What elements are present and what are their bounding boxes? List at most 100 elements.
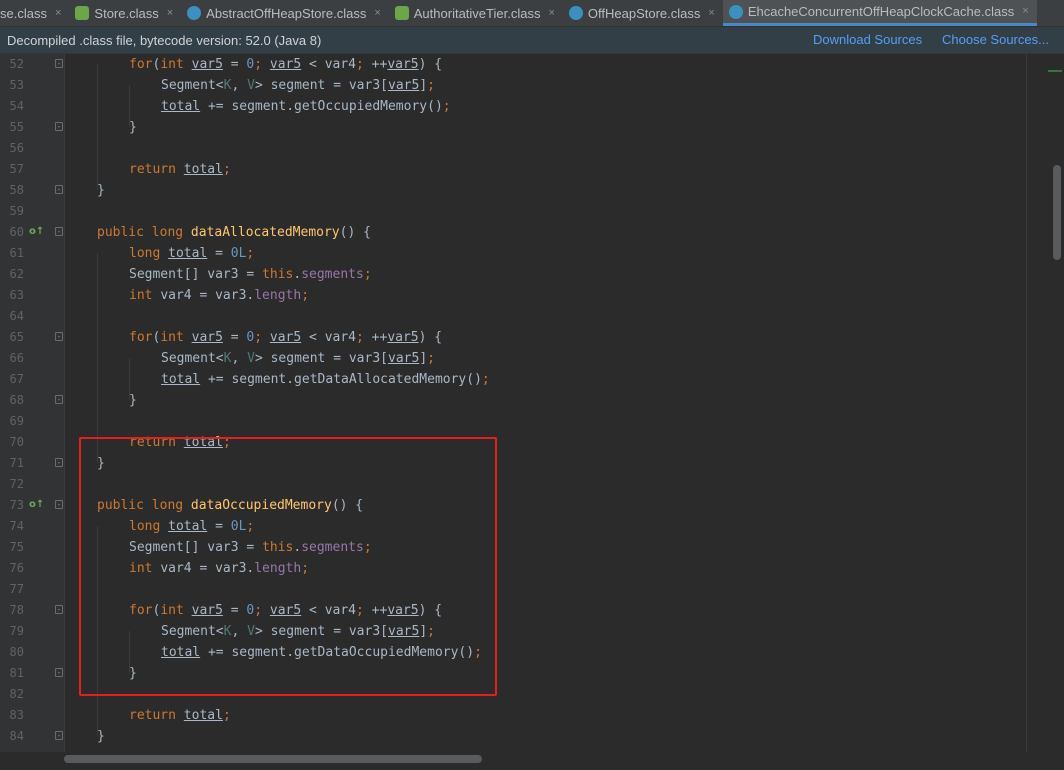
implements-method-gutter-icon[interactable]: o↑ bbox=[29, 226, 44, 238]
code-line[interactable]: 67 total += segment.getDataAllocatedMemor… bbox=[0, 369, 1040, 390]
code-token: ; bbox=[222, 162, 231, 177]
fold-toggle-icon[interactable]: - bbox=[55, 59, 63, 68]
vertical-scrollbar-thumb[interactable] bbox=[1053, 165, 1061, 260]
line-number: 68 bbox=[9, 393, 24, 407]
code-text: Segment[] var3 = this.segments; bbox=[129, 264, 372, 285]
code-token: total bbox=[183, 162, 223, 177]
vertical-scrollbar-track[interactable] bbox=[1050, 54, 1064, 760]
fold-toggle-icon[interactable]: - bbox=[55, 122, 63, 131]
implements-method-gutter-icon[interactable]: o↑ bbox=[29, 499, 44, 511]
code-line[interactable]: 66 Segment<K, V> segment = var3[var5]; bbox=[0, 348, 1040, 369]
horizontal-scrollbar-thumb[interactable] bbox=[64, 755, 482, 763]
code-token: public long bbox=[97, 225, 191, 240]
code-token: var5 bbox=[388, 351, 420, 366]
code-line[interactable]: 52 - for(int var5 = 0; var5 < var4; ++var5… bbox=[0, 54, 1040, 75]
code-line[interactable]: 54 total += segment.getOccupiedMemory(); bbox=[0, 96, 1040, 117]
fold-toggle-icon[interactable]: - bbox=[55, 668, 63, 677]
code-token: var5 bbox=[269, 330, 302, 345]
line-number: 81 bbox=[9, 666, 24, 680]
code-token: ] bbox=[419, 351, 428, 366]
code-token: ; bbox=[301, 288, 310, 303]
code-token: ) { bbox=[418, 330, 443, 345]
code-line[interactable]: 58 -} bbox=[0, 180, 1040, 201]
close-tab-icon[interactable]: × bbox=[1022, 6, 1028, 17]
code-line[interactable]: 55 -} bbox=[0, 117, 1040, 138]
editor-tab[interactable]: Store.class × bbox=[69, 0, 181, 26]
fold-toggle-icon[interactable]: - bbox=[55, 185, 63, 194]
code-token: total bbox=[183, 708, 223, 723]
code-line[interactable]: 57 return total; bbox=[0, 159, 1040, 180]
line-number: 77 bbox=[9, 582, 24, 596]
code-line[interactable]: 69 bbox=[0, 411, 1040, 432]
fold-toggle-icon[interactable]: - bbox=[55, 395, 63, 404]
code-token: ; bbox=[254, 57, 270, 72]
code-token: total bbox=[161, 372, 201, 387]
code-token: ] bbox=[419, 78, 428, 93]
close-tab-icon[interactable]: × bbox=[708, 7, 714, 19]
choose-sources-link[interactable]: Choose Sources... bbox=[942, 32, 1049, 47]
code-line[interactable]: 83 return total; bbox=[0, 705, 1040, 726]
code-token: } bbox=[129, 120, 137, 135]
code-token: V bbox=[247, 78, 255, 93]
code-token: Segment[] var3 = bbox=[129, 267, 263, 282]
fold-toggle-icon[interactable]: - bbox=[55, 731, 63, 740]
line-number: 61 bbox=[9, 246, 24, 260]
code-token: length bbox=[254, 288, 302, 303]
line-number: 54 bbox=[9, 99, 24, 113]
close-tab-icon[interactable]: × bbox=[374, 7, 380, 19]
editor-tab[interactable]: se.class × bbox=[0, 0, 69, 26]
code-token: ; bbox=[442, 99, 451, 114]
code-line[interactable]: 64 bbox=[0, 306, 1040, 327]
code-token: 0L bbox=[230, 246, 247, 261]
code-token: < var4 bbox=[301, 330, 357, 345]
code-token: var5 bbox=[191, 57, 223, 72]
code-text: } bbox=[97, 180, 105, 201]
line-number: 63 bbox=[9, 288, 24, 302]
close-tab-icon[interactable]: × bbox=[548, 7, 554, 19]
class-icon bbox=[568, 6, 583, 20]
class-icon bbox=[728, 4, 743, 19]
code-token: var5 bbox=[387, 57, 419, 72]
tab-label: AuthoritativeTier.class bbox=[413, 5, 541, 21]
code-line[interactable]: 68 -} bbox=[0, 390, 1040, 411]
code-line[interactable]: 63 int var4 = var3.length; bbox=[0, 285, 1040, 306]
code-token: ; bbox=[363, 267, 372, 282]
code-token: dataAllocatedMemory bbox=[190, 225, 340, 240]
line-number: 75 bbox=[9, 540, 24, 554]
fold-toggle-icon[interactable]: - bbox=[55, 605, 63, 614]
fold-toggle-icon[interactable]: - bbox=[55, 458, 63, 467]
line-number: 74 bbox=[9, 519, 24, 533]
editor-tab[interactable]: AbstractOffHeapStore.class × bbox=[181, 0, 389, 26]
editor-tab[interactable]: OffHeapStore.class × bbox=[563, 0, 723, 26]
code-token: return bbox=[129, 708, 184, 723]
fold-toggle-icon[interactable]: - bbox=[55, 500, 63, 509]
code-line[interactable]: 61 long total = 0L; bbox=[0, 243, 1040, 264]
code-line[interactable]: 62 Segment[] var3 = this.segments; bbox=[0, 264, 1040, 285]
line-number: 65 bbox=[9, 330, 24, 344]
code-token: ; bbox=[427, 78, 435, 93]
code-line[interactable]: 60 o↑ - public long dataAllocatedMemory() { bbox=[0, 222, 1040, 243]
close-tab-icon[interactable]: × bbox=[55, 7, 61, 19]
line-number: 82 bbox=[9, 687, 24, 701]
close-tab-icon[interactable]: × bbox=[167, 7, 173, 19]
code-line[interactable]: 56 bbox=[0, 138, 1040, 159]
code-line[interactable]: 53 Segment<K, V> segment = var3[var5]; bbox=[0, 75, 1040, 96]
code-text: } bbox=[129, 390, 137, 411]
fold-toggle-icon[interactable]: - bbox=[55, 227, 63, 236]
editor-tab[interactable]: AuthoritativeTier.class × bbox=[389, 0, 563, 26]
code-line[interactable]: 59 bbox=[0, 201, 1040, 222]
line-number: 66 bbox=[9, 351, 24, 365]
code-line[interactable]: 65 - for(int var5 = 0; var5 < var4; ++var5… bbox=[0, 327, 1040, 348]
fold-toggle-icon[interactable]: - bbox=[55, 332, 63, 341]
code-token: var5 bbox=[269, 57, 302, 72]
code-line[interactable]: 84 -} bbox=[0, 726, 1040, 747]
error-stripe-marker bbox=[1048, 70, 1062, 72]
tab-label: Store.class bbox=[94, 5, 159, 21]
line-number: 79 bbox=[9, 624, 24, 638]
banner-message: Decompiled .class file, bytecode version… bbox=[7, 32, 322, 48]
code-token: ; bbox=[427, 351, 435, 366]
code-token: this bbox=[262, 267, 294, 282]
editor-tab[interactable]: EhcacheConcurrentOffHeapClockCache.class… bbox=[722, 0, 1037, 26]
download-sources-link[interactable]: Download Sources bbox=[813, 32, 922, 47]
line-number: 76 bbox=[9, 561, 24, 575]
